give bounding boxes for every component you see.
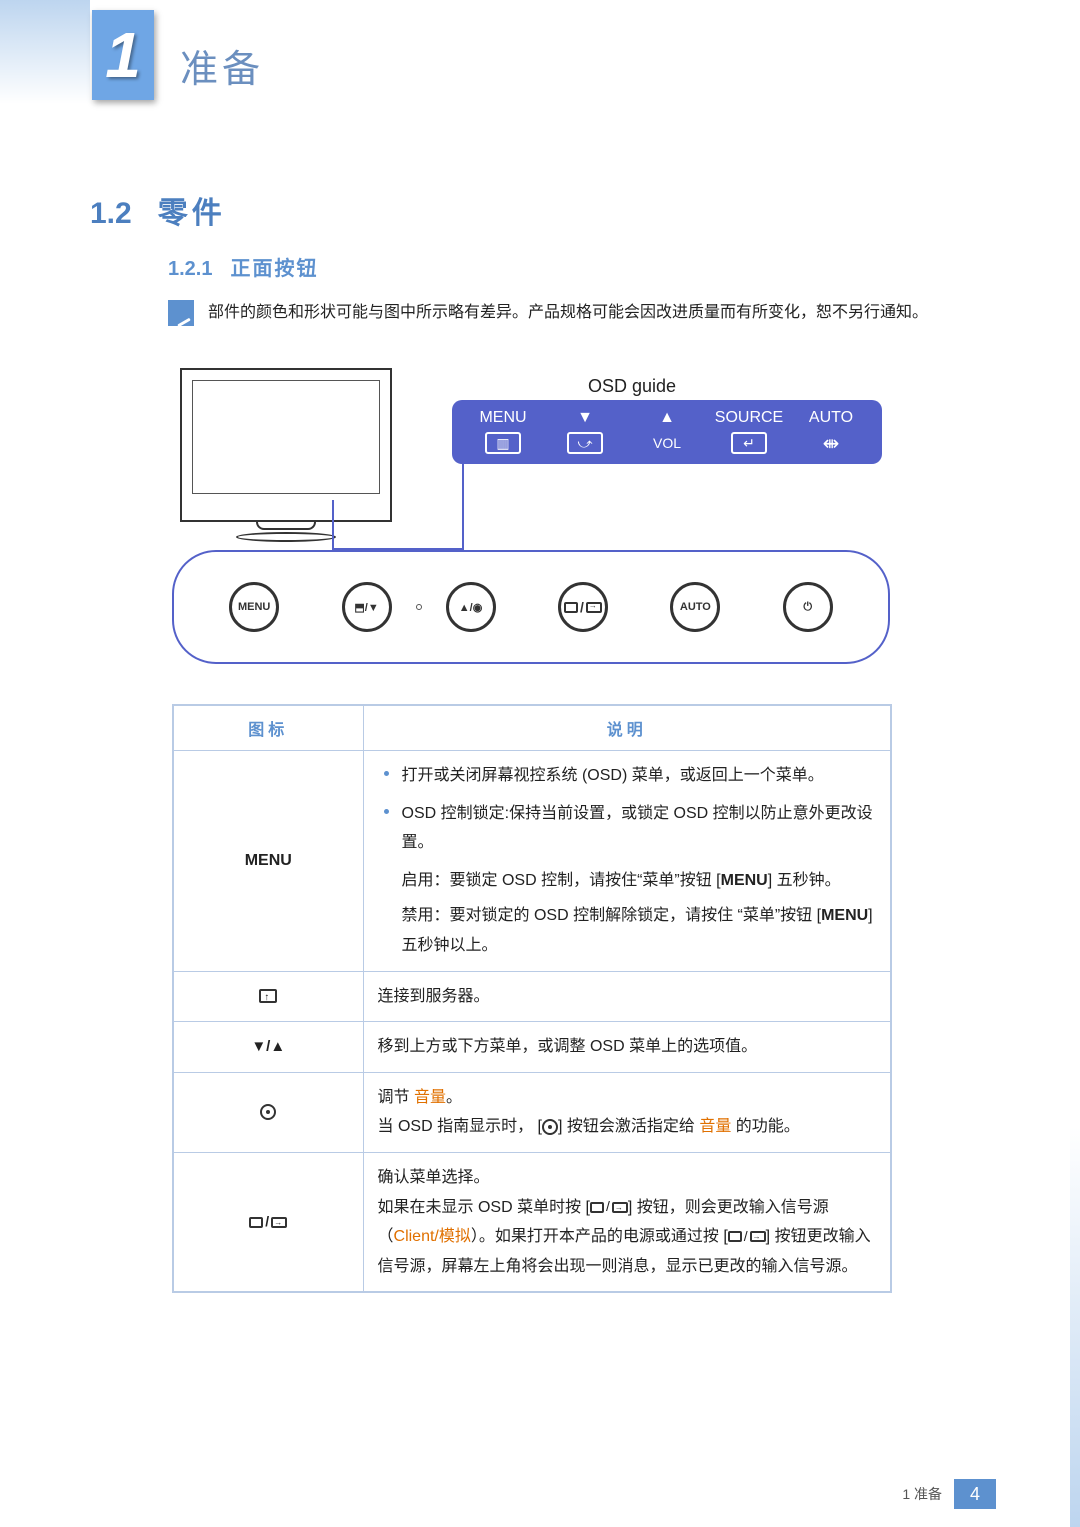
- osd-up-label: ▲: [659, 407, 675, 429]
- row-connect-icon: [173, 971, 363, 1022]
- osd-source-label: SOURCE: [715, 407, 783, 429]
- osd-panel: MENU ▥ ▼ ⤻ ▲ VOL SOURCE ↵ AUTO ⇼: [452, 400, 882, 464]
- osd-col-auto: AUTO ⇼: [790, 404, 872, 460]
- row-menu-icon: MENU: [173, 751, 363, 972]
- base-led-indicator: [416, 604, 422, 610]
- monitor-base: [236, 532, 336, 542]
- menu-disable-line: 禁用：要对锁定的 OSD 控制解除锁定，请按住 “菜单”按钮 [MENU] 五秒…: [378, 901, 877, 960]
- connector-line-2: [462, 464, 464, 550]
- menu-bullet-1: 打开或关闭屏幕视控系统 (OSD) 菜单，或返回上一个菜单。: [378, 761, 877, 791]
- base-button-panel: MENU ⬒/▼ ▲/◉ / AUTO ⏻: [172, 550, 890, 664]
- menu-enable-line: 启用：要锁定 OSD 控制，请按住“菜单”按钮 [MENU] 五秒钟。: [378, 866, 877, 896]
- volume-icon: [260, 1104, 276, 1120]
- subsection-title: 正面按钮: [230, 252, 318, 281]
- volume-icon-inline: [542, 1119, 558, 1135]
- monitor-screen: [192, 380, 380, 494]
- row-menu-desc: 打开或关闭屏幕视控系统 (OSD) 菜单，或返回上一个菜单。 OSD 控制锁定:…: [363, 751, 891, 972]
- chapter-badge: 1: [92, 10, 154, 100]
- row-connect-desc: 连接到服务器。: [363, 971, 891, 1022]
- footer-chapter-label: 1 准备: [902, 1484, 942, 1504]
- base-power-button: ⏻: [783, 582, 833, 632]
- chapter-title: 准备: [180, 38, 264, 93]
- side-gradient: [1070, 1027, 1080, 1527]
- osd-down-label: ▼: [577, 407, 593, 429]
- front-buttons-diagram: OSD guide MENU ▥ ▼ ⤻ ▲ VOL SOURCE ↵ AUTO…: [172, 364, 892, 676]
- row-source-desc: 确认菜单选择。 如果在未显示 OSD 菜单时按 [/] 按钮，则会更改输入信号源…: [363, 1152, 891, 1292]
- connect-icon: [259, 989, 277, 1003]
- osd-menu-label: MENU: [479, 407, 526, 429]
- subsection-number: 1.2.1: [168, 258, 212, 281]
- base-vol-button: ▲/◉: [446, 582, 496, 632]
- th-desc: 说明: [363, 705, 891, 751]
- osd-connect-icon: ⤻: [567, 432, 603, 454]
- base-center-group: ⬒/▼ ▲/◉: [342, 582, 496, 632]
- base-menu-button: MENU: [229, 582, 279, 632]
- osd-auto-icon: ⇼: [823, 431, 840, 456]
- note-block: 部件的颜色和形状可能与图中所示略有差异。产品规格可能会因改进质量而有所变化，恕不…: [168, 300, 970, 326]
- subsection-heading: 1.2.1 正面按钮: [168, 252, 318, 281]
- base-auto-button: AUTO: [670, 582, 720, 632]
- monitor-stand: [256, 522, 316, 530]
- osd-guide-label: OSD guide: [588, 376, 676, 397]
- osd-col-up: ▲ VOL: [626, 404, 708, 460]
- row-volume-desc: 调节 音量。 当 OSD 指南显示时， [] 按钮会激活指定给 音量 的功能。: [363, 1072, 891, 1152]
- osd-vol-label: VOL: [653, 429, 681, 457]
- section-heading: 1.2 零件: [90, 188, 226, 232]
- top-gradient: [0, 0, 90, 130]
- osd-source-icon: ↵: [731, 432, 767, 454]
- osd-col-menu: MENU ▥: [462, 404, 544, 460]
- section-title: 零件: [158, 188, 226, 232]
- connector-line-1: [332, 500, 462, 550]
- buttons-table: 图标 说明 MENU 打开或关闭屏幕视控系统 (OSD) 菜单，或返回上一个菜单…: [172, 704, 892, 1293]
- th-icon: 图标: [173, 705, 363, 751]
- footer-page-number: 4: [954, 1479, 996, 1509]
- base-updown-button: ⬒/▼: [342, 582, 392, 632]
- osd-menu-icon: ▥: [485, 432, 521, 454]
- osd-auto-label: AUTO: [809, 407, 853, 429]
- monitor-outline: [180, 368, 392, 522]
- section-number: 1.2: [90, 197, 132, 231]
- note-icon: [168, 300, 194, 326]
- page-footer: 1 准备 4: [902, 1479, 996, 1509]
- osd-col-source: SOURCE ↵: [708, 404, 790, 460]
- osd-col-down: ▼ ⤻: [544, 404, 626, 460]
- source-icon: /: [249, 1209, 287, 1235]
- row-arrows-desc: 移到上方或下方菜单，或调整 OSD 菜单上的选项值。: [363, 1022, 891, 1073]
- source-icon-inline-1: /: [590, 1194, 628, 1220]
- base-source-button: /: [558, 582, 608, 632]
- chapter-number: 1: [105, 18, 141, 92]
- menu-bullet-2: OSD 控制锁定:保持当前设置，或锁定 OSD 控制以防止意外更改设置。: [378, 799, 877, 858]
- row-volume-icon: [173, 1072, 363, 1152]
- row-source-icon: /: [173, 1152, 363, 1292]
- row-arrows-icon: ▼/▲: [173, 1022, 363, 1073]
- note-text: 部件的颜色和形状可能与图中所示略有差异。产品规格可能会因改进质量而有所变化，恕不…: [208, 300, 928, 326]
- source-icon-inline-2: /: [728, 1224, 766, 1250]
